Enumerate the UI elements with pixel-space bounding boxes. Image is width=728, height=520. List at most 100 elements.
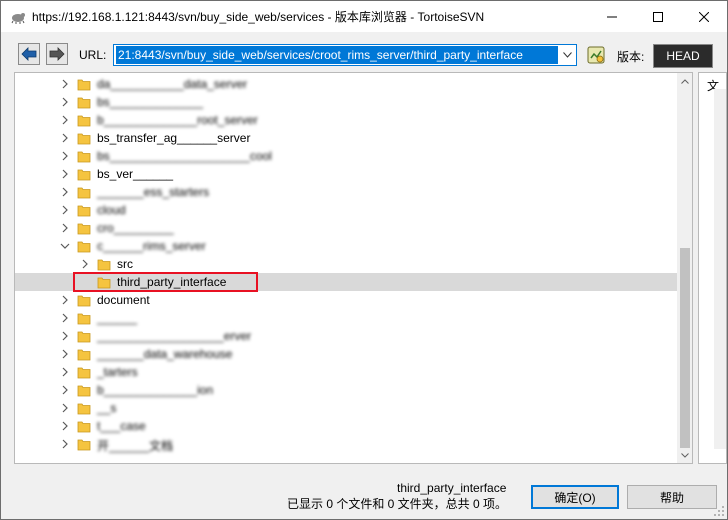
scroll-thumb[interactable] bbox=[680, 248, 690, 448]
tree-row[interactable]: 开______文档 bbox=[15, 435, 677, 453]
scroll-down-button[interactable] bbox=[677, 447, 692, 463]
tree-row-label: cro_________ bbox=[97, 221, 174, 235]
folder-icon bbox=[77, 367, 91, 379]
tree-row[interactable]: cro_________ bbox=[15, 219, 677, 237]
tree-row[interactable]: c______rims_server bbox=[15, 237, 677, 255]
tree-row-label: bs_transfer_ag______server bbox=[97, 131, 251, 145]
tree-row-label: __s bbox=[97, 401, 117, 415]
chevron-up-icon bbox=[681, 78, 689, 84]
chevron-right-icon[interactable] bbox=[60, 132, 70, 144]
maximize-icon bbox=[653, 11, 663, 22]
tree-row[interactable]: bs______________ bbox=[15, 93, 677, 111]
tree-row[interactable]: __s bbox=[15, 399, 677, 417]
maximize-button[interactable] bbox=[635, 1, 681, 32]
chevron-right-icon[interactable] bbox=[60, 384, 70, 396]
chevron-right-icon[interactable] bbox=[60, 204, 70, 216]
chevron-right-icon[interactable] bbox=[60, 114, 70, 126]
chevron-right-icon[interactable] bbox=[60, 312, 70, 324]
tree-row-label: bs_ver______ bbox=[97, 167, 174, 181]
tree-row-label: _______data_warehouse bbox=[97, 347, 233, 361]
forward-button[interactable] bbox=[46, 43, 68, 65]
tortoisesvn-app-icon bbox=[11, 12, 25, 24]
folder-icon bbox=[77, 205, 91, 217]
minimize-button[interactable] bbox=[589, 1, 635, 32]
url-combobox[interactable]: 21:8443/svn/buy_side_web/services/croot_… bbox=[113, 44, 577, 66]
tree-row-label: bs______________ bbox=[97, 95, 204, 109]
chevron-right-icon[interactable] bbox=[60, 366, 70, 378]
chevron-down-icon[interactable] bbox=[60, 240, 70, 252]
chevron-right-icon[interactable] bbox=[60, 186, 70, 198]
status-selected-path: third_party_interface bbox=[397, 481, 507, 495]
tree-row-label: c______rims_server bbox=[97, 239, 206, 253]
chevron-right-icon[interactable] bbox=[60, 294, 70, 306]
help-button[interactable]: 帮助 bbox=[627, 485, 717, 509]
chevron-right-icon[interactable] bbox=[60, 348, 70, 360]
folder-icon bbox=[77, 439, 91, 451]
chevron-right-icon[interactable] bbox=[60, 222, 70, 234]
forward-arrow-icon bbox=[49, 47, 65, 61]
tree-row-label: b______________root_server bbox=[97, 113, 258, 127]
tree-vertical-scrollbar[interactable] bbox=[677, 73, 692, 463]
tree-row[interactable]: t___case bbox=[15, 417, 677, 435]
folder-icon bbox=[77, 385, 91, 397]
chevron-right-icon[interactable] bbox=[60, 420, 70, 432]
tree-row[interactable]: ______ bbox=[15, 309, 677, 327]
back-arrow-icon bbox=[21, 47, 37, 61]
tree-row-label: ______ bbox=[97, 311, 138, 325]
repository-tree[interactable]: 开______文档 t___case __s b______________ion _t… bbox=[14, 72, 693, 464]
tree-row[interactable]: cloud bbox=[15, 201, 677, 219]
window-title: https://192.168.1.121:8443/svn/buy_side_… bbox=[32, 10, 485, 24]
folder-icon bbox=[77, 115, 91, 127]
tree-row[interactable]: document bbox=[15, 291, 677, 309]
chevron-right-icon[interactable] bbox=[80, 258, 90, 270]
resize-grip-icon[interactable] bbox=[713, 505, 725, 517]
tree-row-label: bs_____________________cool bbox=[97, 149, 272, 163]
toolbar: URL: 21:8443/svn/buy_side_web/services/c… bbox=[1, 41, 727, 69]
revision-button[interactable]: HEAD bbox=[653, 44, 713, 68]
tree-row[interactable]: bs_____________________cool bbox=[15, 147, 677, 165]
highlight-annotation-box bbox=[73, 272, 258, 292]
chevron-down-icon bbox=[562, 52, 572, 58]
file-list-scrollbar[interactable] bbox=[714, 89, 726, 449]
tree-row-label: da___________data_server bbox=[97, 77, 248, 91]
url-dropdown-button[interactable] bbox=[558, 45, 576, 65]
tree-row[interactable]: _tarters bbox=[15, 363, 677, 381]
folder-icon bbox=[77, 187, 91, 199]
folder-icon bbox=[77, 295, 91, 307]
chevron-right-icon[interactable] bbox=[60, 402, 70, 414]
url-input[interactable]: 21:8443/svn/buy_side_web/services/croot_… bbox=[116, 46, 558, 64]
folder-icon bbox=[77, 133, 91, 145]
back-button[interactable] bbox=[18, 43, 40, 65]
ok-button[interactable]: 确定(O) bbox=[531, 485, 619, 509]
chevron-right-icon[interactable] bbox=[60, 438, 70, 450]
folder-icon bbox=[77, 169, 91, 181]
close-button[interactable] bbox=[681, 1, 727, 32]
tree-row-label: 开______文档 bbox=[97, 439, 174, 453]
tree-row[interactable]: b______________ion bbox=[15, 381, 677, 399]
folder-icon bbox=[77, 421, 91, 433]
tree-row[interactable]: _______ess_starters bbox=[15, 183, 677, 201]
chevron-right-icon[interactable] bbox=[60, 78, 70, 90]
tree-row[interactable]: src bbox=[15, 255, 677, 273]
tree-row[interactable]: bs_transfer_ag______server bbox=[15, 129, 677, 147]
tree-row[interactable]: ___________________erver bbox=[15, 327, 677, 345]
close-icon bbox=[699, 11, 709, 22]
tree-row-label: t___case bbox=[97, 419, 146, 433]
chevron-down-icon bbox=[681, 452, 689, 458]
chevron-right-icon[interactable] bbox=[60, 96, 70, 108]
folder-icon bbox=[77, 79, 91, 91]
tree-row[interactable]: bs_ver______ bbox=[15, 165, 677, 183]
chevron-right-icon[interactable] bbox=[60, 330, 70, 342]
chevron-right-icon[interactable] bbox=[60, 168, 70, 180]
repo-browser-window: https://192.168.1.121:8443/svn/buy_side_… bbox=[0, 0, 728, 520]
chevron-right-icon[interactable] bbox=[60, 150, 70, 162]
revision-log-icon[interactable] bbox=[586, 45, 606, 65]
revision-label: 版本: bbox=[617, 50, 645, 64]
tree-row[interactable]: _______data_warehouse bbox=[15, 345, 677, 363]
tree-row-label: src bbox=[117, 257, 133, 271]
tree-row[interactable]: da___________data_server bbox=[15, 75, 677, 93]
window-controls bbox=[589, 1, 727, 32]
file-list-pane[interactable]: 文 bbox=[698, 72, 727, 464]
scroll-up-button[interactable] bbox=[677, 73, 692, 89]
tree-row[interactable]: b______________root_server bbox=[15, 111, 677, 129]
